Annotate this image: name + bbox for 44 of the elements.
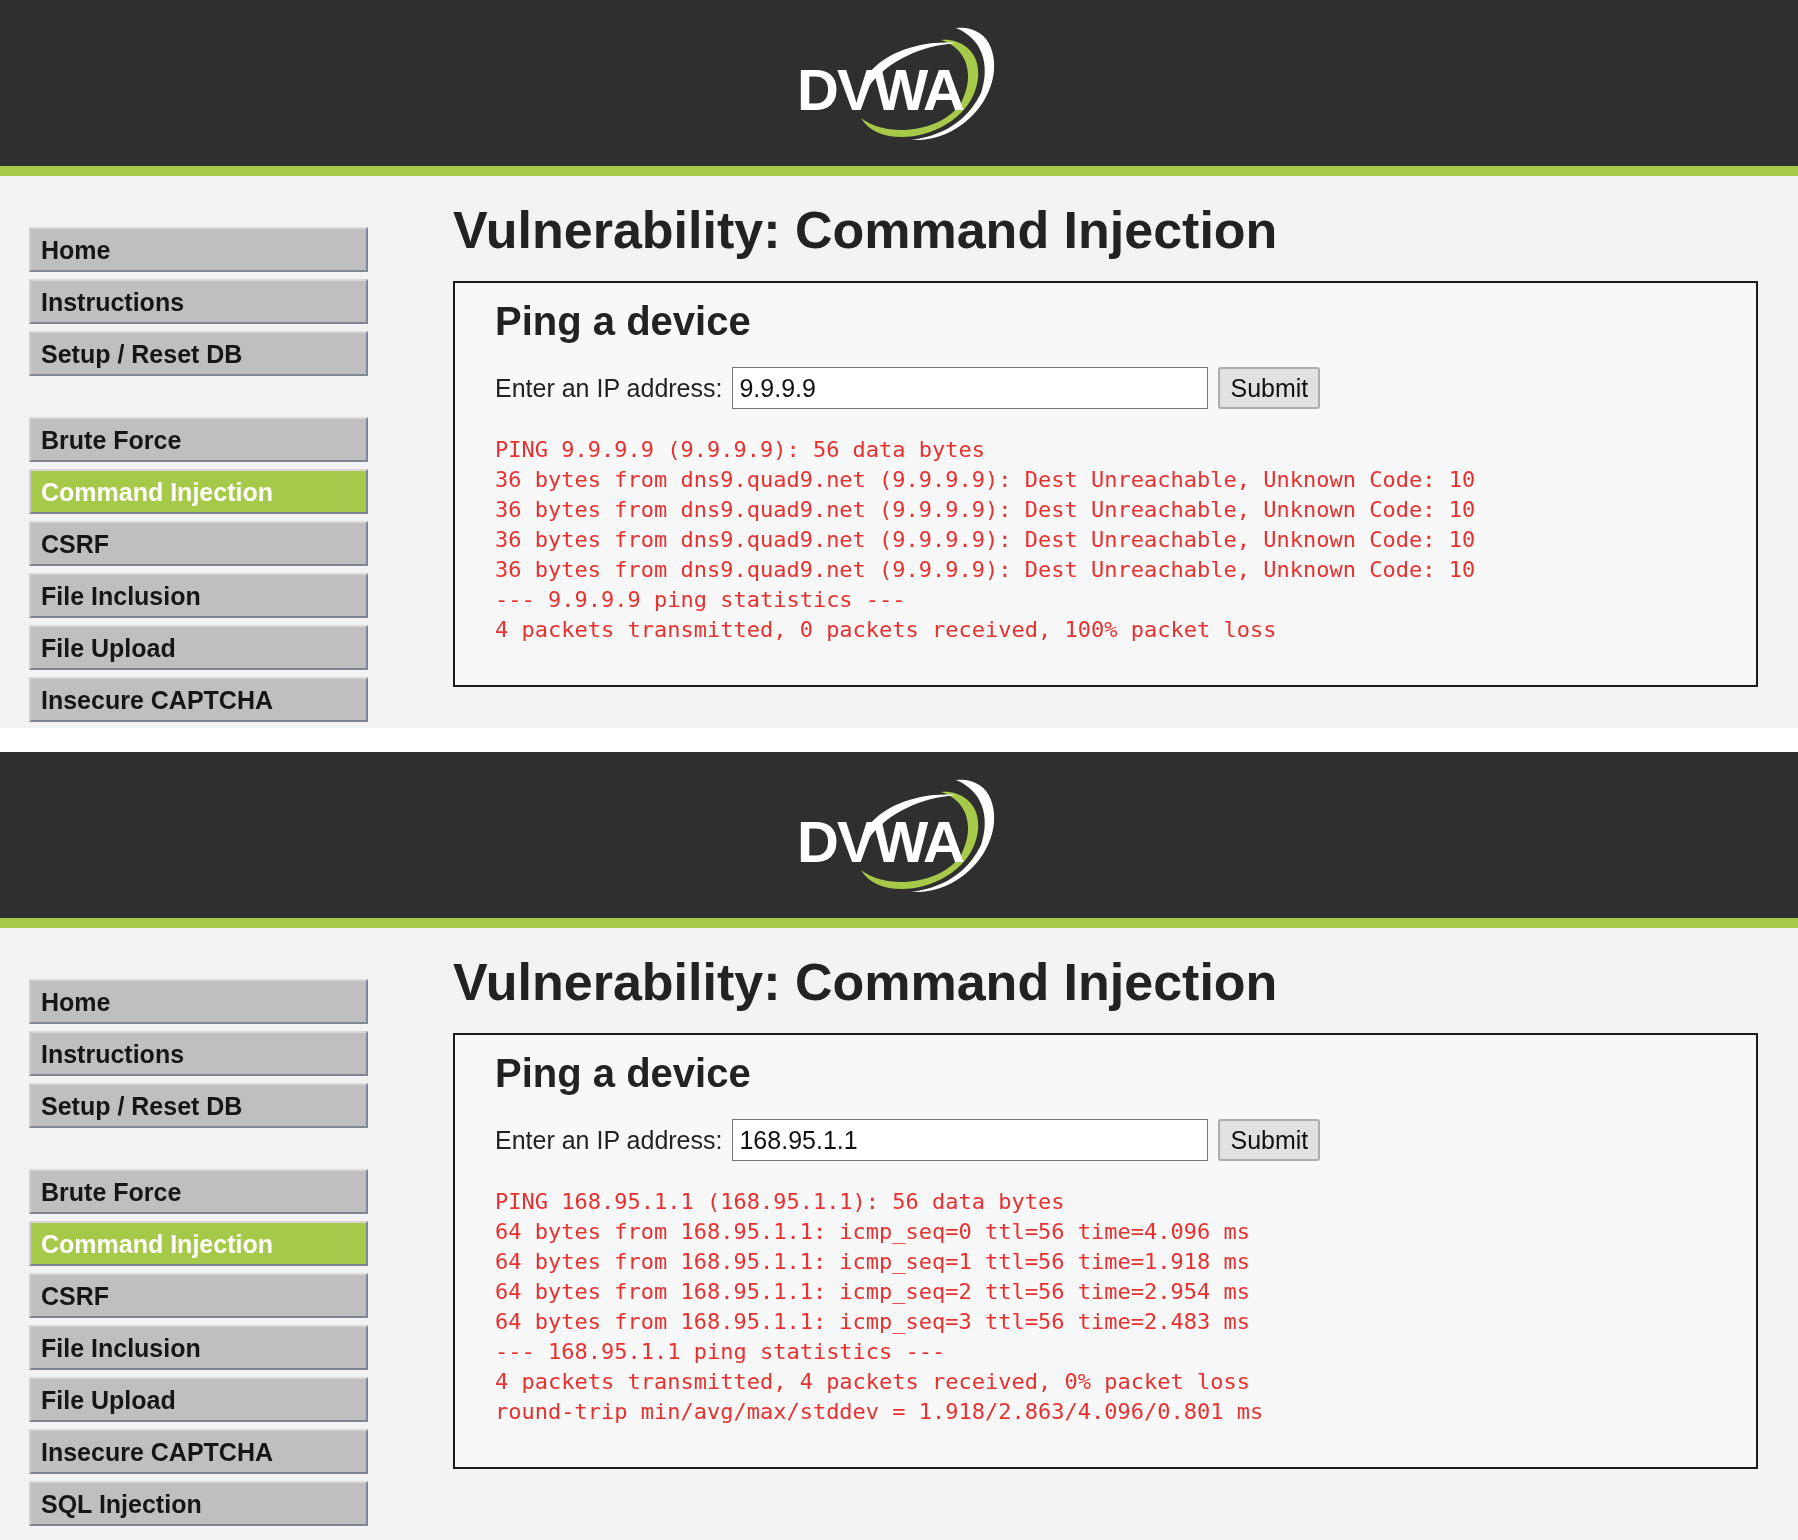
menu-item[interactable]: File Upload bbox=[29, 1377, 368, 1422]
menu-item[interactable]: Setup / Reset DB bbox=[29, 331, 368, 376]
menu-item[interactable]: Brute Force bbox=[29, 1169, 368, 1214]
menu-item[interactable]: SQL Injection bbox=[29, 1481, 368, 1526]
page-heading: Vulnerability: Command Injection bbox=[453, 952, 1279, 1013]
field-label: Enter an IP address: bbox=[495, 1125, 723, 1155]
output-line: 64 bytes from 168.95.1.1: icmp_seq=0 ttl=56 time=4.096 ms bbox=[495, 1218, 1250, 1246]
section-title: Ping a device bbox=[495, 1050, 752, 1097]
output-line: round-trip min/avg/max/stddev = 1.918/2.863/4.096/0.801 ms bbox=[495, 1398, 1264, 1426]
output-line: 36 bytes from dns9.quad9.net (9.9.9.9): Dest Unreachable, Unknown Code: 10 bbox=[495, 466, 1476, 494]
menu-item[interactable]: Brute Force bbox=[29, 417, 368, 462]
output-line: 36 bytes from dns9.quad9.net (9.9.9.9): Dest Unreachable, Unknown Code: 10 bbox=[495, 556, 1476, 584]
ip-address-field[interactable]: 168.95.1.1 bbox=[732, 1119, 1209, 1161]
menu-item[interactable]: CSRF bbox=[29, 1273, 368, 1318]
output-line: PING 9.9.9.9 (9.9.9.9): 56 data bytes bbox=[495, 436, 986, 464]
menu-item[interactable]: CSRF bbox=[29, 521, 368, 566]
menu-item[interactable]: File Upload bbox=[29, 625, 368, 670]
menu-item[interactable]: Home bbox=[29, 979, 368, 1024]
menu-item[interactable]: Instructions bbox=[29, 1031, 368, 1076]
output-line: --- 9.9.9.9 ping statistics --- bbox=[495, 586, 906, 614]
menu-item[interactable]: Instructions bbox=[29, 279, 368, 324]
menu-item[interactable]: File Inclusion bbox=[29, 1325, 368, 1370]
section-title: Ping a device bbox=[495, 298, 752, 345]
output-line: 64 bytes from 168.95.1.1: icmp_seq=3 ttl=56 time=2.483 ms bbox=[495, 1308, 1250, 1336]
menu-item[interactable]: Insecure CAPTCHA bbox=[29, 677, 368, 722]
output-line: 64 bytes from 168.95.1.1: icmp_seq=1 ttl=56 time=1.918 ms bbox=[495, 1248, 1250, 1276]
submit-button[interactable]: Submit bbox=[1218, 1119, 1321, 1161]
submit-button[interactable]: Submit bbox=[1218, 367, 1321, 409]
menu-item[interactable]: Insecure CAPTCHA bbox=[29, 1429, 368, 1474]
page-heading: Vulnerability: Command Injection bbox=[453, 200, 1279, 261]
output-line: 64 bytes from 168.95.1.1: icmp_seq=2 ttl=56 time=2.954 ms bbox=[495, 1278, 1250, 1306]
menu-item[interactable]: File Inclusion bbox=[29, 573, 368, 618]
menu-item[interactable]: Setup / Reset DB bbox=[29, 1083, 368, 1128]
output-line: --- 168.95.1.1 ping statistics --- bbox=[495, 1338, 946, 1366]
field-label: Enter an IP address: bbox=[495, 373, 723, 403]
output-line: 36 bytes from dns9.quad9.net (9.9.9.9): Dest Unreachable, Unknown Code: 10 bbox=[495, 496, 1476, 524]
menu-item[interactable]: Home bbox=[29, 227, 368, 272]
output-line: 36 bytes from dns9.quad9.net (9.9.9.9): Dest Unreachable, Unknown Code: 10 bbox=[495, 526, 1476, 554]
output-line: 4 packets transmitted, 4 packets received, 0% packet loss bbox=[495, 1368, 1250, 1396]
output-line: 4 packets transmitted, 0 packets received, 100% packet loss bbox=[495, 616, 1277, 644]
logo-text: DVWA bbox=[797, 57, 963, 122]
output-line: PING 168.95.1.1 (168.95.1.1): 56 data bytes bbox=[495, 1188, 1065, 1216]
ip-address-field[interactable]: 9.9.9.9 bbox=[732, 367, 1209, 409]
logo-text: DVWA bbox=[797, 809, 963, 874]
